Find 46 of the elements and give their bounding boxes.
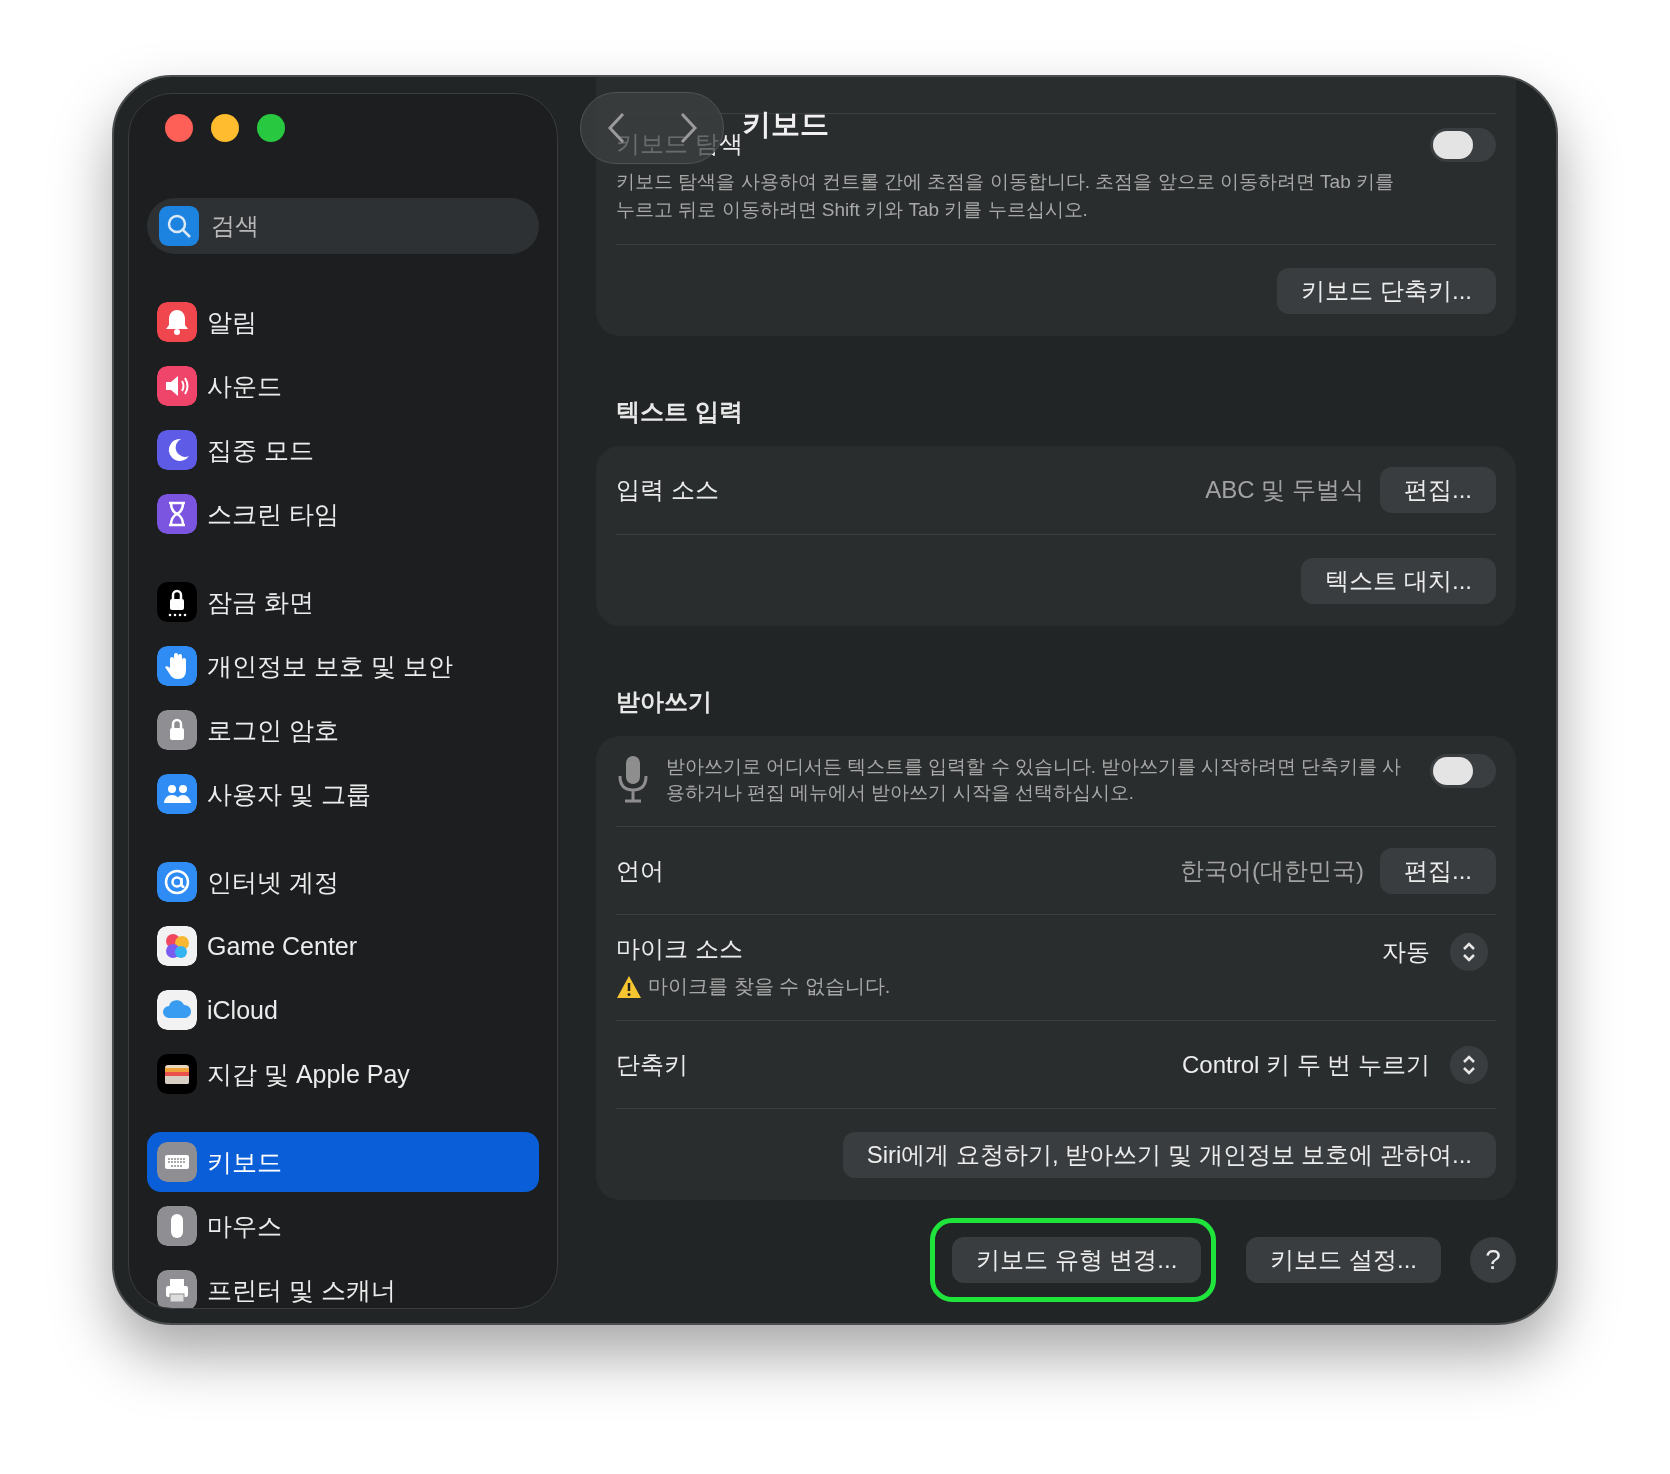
sidebar-item[interactable]: 지갑 및 Apple Pay xyxy=(147,1044,539,1104)
edit-button[interactable]: 편집... xyxy=(1380,467,1496,513)
popup-button[interactable]: Control 키 두 번 누르기 xyxy=(1181,1045,1488,1084)
section-heading: 받아쓰기 xyxy=(616,687,713,717)
warning-text: 마이크를 찾을 수 없습니다. xyxy=(648,974,891,999)
section-heading: 텍스트 입력 xyxy=(616,397,744,427)
sidebar-item[interactable]: 인터넷 계정 xyxy=(147,852,539,912)
setting-label: 언어 xyxy=(616,855,665,886)
toggle-switch[interactable] xyxy=(1430,128,1496,162)
setting-value: 한국어(대한민국) xyxy=(1180,855,1364,886)
sidebar-item[interactable]: Game Center xyxy=(147,916,539,976)
search-icon xyxy=(159,206,199,246)
push-button[interactable]: 키보드 단축키... xyxy=(1277,267,1496,314)
minimize-button[interactable] xyxy=(211,114,239,142)
sidebar-item[interactable]: 개인정보 보호 및 보안 xyxy=(147,636,539,696)
setting-label: 입력 소스 xyxy=(616,475,720,505)
sidebar-item[interactable]: 로그인 암호 xyxy=(147,700,539,760)
toggle-switch[interactable] xyxy=(1430,754,1496,788)
setting-description: 키보드 탐색을 사용하여 컨트롤 간에 초점을 이동합니다. 초점을 앞으로 이동하려면 Tab 키를 누르고 뒤로 이동하려면 Shift 키와 Tab 키를 누르십시오. xyxy=(616,170,1395,222)
edit-button[interactable]: 편집... xyxy=(1380,847,1496,894)
push-button[interactable]: Siri에게 요청하기, 받아쓰기 및 개인정보 보호에 관하여... xyxy=(842,1131,1496,1178)
sidebar-item[interactable]: 스크린 타임 xyxy=(147,484,539,544)
help-button[interactable]: ? xyxy=(1470,1237,1516,1283)
push-button[interactable]: 키보드 유형 변경... xyxy=(952,1237,1202,1283)
sidebar-item[interactable]: 잠금 화면 xyxy=(147,572,539,632)
sidebar-item[interactable]: 사운드 xyxy=(147,356,539,416)
push-button[interactable]: 텍스트 대치... xyxy=(1301,557,1496,604)
sidebar-item[interactable]: 사용자 및 그룹 xyxy=(147,764,539,824)
window-title: 키보드 xyxy=(742,107,829,142)
setting-description: 받아쓰기로 어디서든 텍스트를 입력할 수 있습니다. 받아쓰기를 시작하려면 단축키를 사용하거나 편집 메뉴에서 받아쓰기 시작을 선택하십시오. xyxy=(666,755,1403,805)
sidebar-item[interactable]: 프린터 및 스캐너 xyxy=(147,1260,539,1308)
search-field[interactable]: 검색 xyxy=(147,198,539,254)
sidebar-item[interactable]: 집중 모드 xyxy=(147,420,539,480)
sidebar-item[interactable]: iCloud xyxy=(147,980,539,1040)
close-button[interactable] xyxy=(165,114,193,142)
microphone-icon xyxy=(616,754,650,804)
setting-label: 단축키 xyxy=(616,1049,689,1080)
zoom-button[interactable] xyxy=(257,114,285,142)
popup-button[interactable]: 자동 xyxy=(1382,933,1488,971)
push-button[interactable]: 키보드 설정... xyxy=(1246,1237,1441,1283)
warning-icon xyxy=(616,974,642,999)
setting-label: 마이크 소스 xyxy=(616,934,744,964)
sidebar-item[interactable]: 알림 xyxy=(147,292,539,352)
setting-value: ABC 및 두벌식 xyxy=(1205,475,1364,505)
sidebar-item[interactable]: 마우스 xyxy=(147,1196,539,1256)
sidebar-item[interactable]: 키보드 xyxy=(147,1132,539,1192)
